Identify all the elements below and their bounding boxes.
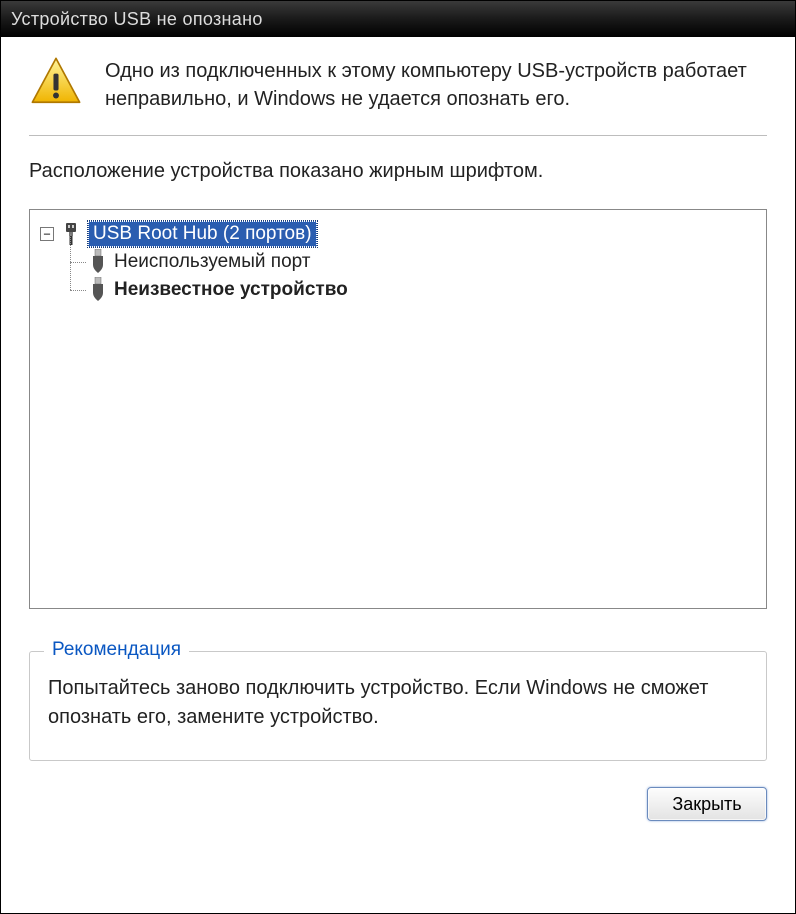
dialog-content: Одно из подключенных к этому компьютеру … (1, 37, 795, 913)
recommendation-title: Рекомендация (44, 639, 189, 661)
close-button[interactable]: Закрыть (647, 787, 767, 821)
button-row: Закрыть (29, 761, 767, 821)
tree-child-row[interactable]: Неизвестное устройство (40, 276, 756, 304)
tree-root-label[interactable]: USB Root Hub (2 портов) (88, 221, 317, 247)
header-row: Одно из подключенных к этому компьютеру … (29, 55, 767, 113)
title-bar[interactable]: Устройство USB не опознано (1, 1, 795, 37)
window-title: Устройство USB не опознано (11, 9, 263, 30)
tree-child-label: Неиспользуемый порт (114, 251, 311, 273)
usb-hub-icon (60, 222, 82, 246)
warning-icon (29, 55, 83, 109)
recommendation-text: Попытайтесь заново подключить устройство… (48, 674, 748, 732)
tree-child-row[interactable]: Неиспользуемый порт (40, 248, 756, 276)
tree-root-row[interactable]: − USB Root Hub (2 портов) (40, 220, 756, 248)
usb-port-icon (88, 249, 108, 275)
recommendation-group: Рекомендация Попытайтесь заново подключи… (29, 651, 767, 761)
tree-expander[interactable]: − (40, 227, 54, 241)
device-tree[interactable]: − USB Root Hub (2 портов) (29, 209, 767, 609)
location-label: Расположение устройства показано жирным … (29, 160, 767, 183)
dialog-window: Устройство USB не опознано Одно из под (0, 0, 796, 914)
divider (29, 135, 767, 136)
tree-child-label: Неизвестное устройство (114, 279, 348, 301)
usb-device-icon (88, 277, 108, 303)
header-message: Одно из подключенных к этому компьютеру … (105, 55, 767, 113)
